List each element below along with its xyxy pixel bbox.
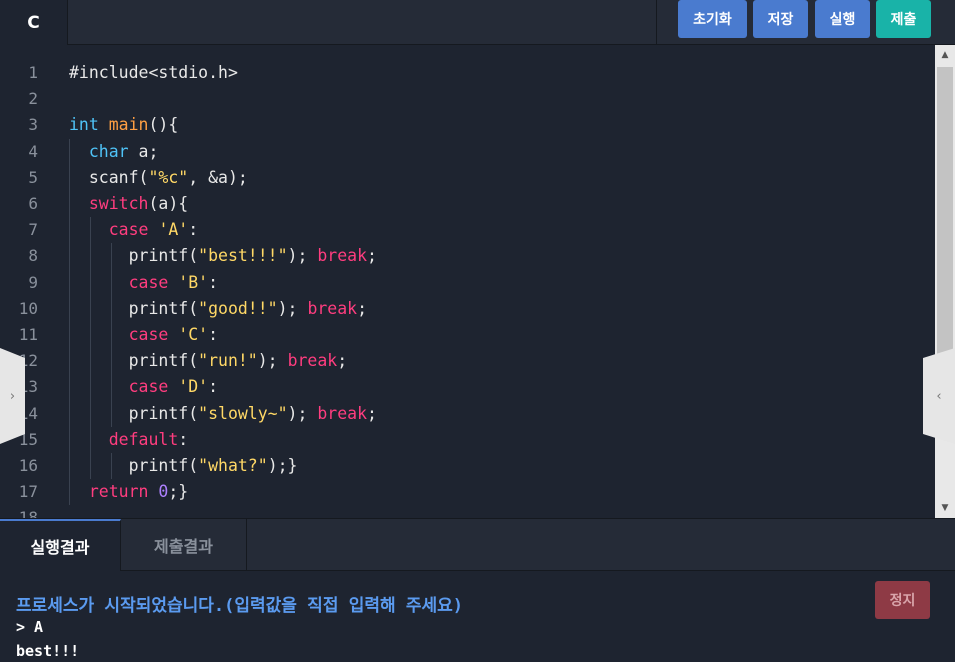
indent-guide — [111, 453, 112, 480]
run-button[interactable]: 실행 — [815, 0, 870, 38]
line-number: 7 — [28, 220, 38, 240]
code-line[interactable]: switch(a){ — [69, 191, 188, 217]
tab-run-result[interactable]: 실행결과 — [0, 519, 121, 571]
left-panel-toggle[interactable]: › — [0, 348, 25, 444]
line-number-gutter: 1 2 3 4 5 6 7 8 9 10 11 12 13 14 15 16 17 18 — [0, 45, 58, 518]
console-status-message: 프로세스가 시작되었습니다.(입력값을 직접 입력해 주세요) — [16, 596, 464, 616]
code-line[interactable]: return 0;} — [69, 479, 188, 505]
line-number: 4 — [28, 141, 38, 161]
language-tab[interactable]: C — [0, 0, 68, 45]
save-button[interactable]: 저장 — [753, 0, 808, 38]
code-line[interactable]: case 'A': — [69, 217, 198, 243]
code-editor[interactable]: 1 2 3 4 5 6 7 8 9 10 11 12 13 14 15 16 17 18 #include<std… — [0, 45, 935, 518]
code-line[interactable]: printf("what?");} — [69, 453, 298, 479]
code-line[interactable]: #include<stdio.h> — [69, 60, 238, 86]
indent-guide — [111, 243, 112, 427]
code-area[interactable]: #include<stdio.h> int main(){ char a; sca… — [69, 45, 929, 518]
right-panel-toggle[interactable]: ‹ — [923, 348, 955, 444]
line-number: 8 — [28, 246, 38, 266]
code-line[interactable]: printf("good!!"); break; — [69, 296, 367, 322]
console-line: > A — [16, 618, 44, 636]
result-tabs: 실행결과 제출결과 — [0, 518, 955, 571]
line-number: 16 — [18, 456, 38, 475]
tab-submit-result[interactable]: 제출결과 — [121, 519, 247, 571]
code-line[interactable]: case 'B': — [69, 270, 218, 296]
top-toolbar: C 초기화 저장 실행 제출 — [0, 0, 955, 45]
submit-button[interactable]: 제출 — [876, 0, 931, 38]
code-line[interactable]: scanf("%c", &a); — [69, 165, 248, 191]
toolbar-button-group: 초기화 저장 실행 제출 — [656, 0, 955, 45]
line-number: 2 — [28, 89, 38, 109]
console-output[interactable]: 프로세스가 시작되었습니다.(입력값을 직접 입력해 주세요) > A best… — [0, 571, 955, 662]
code-line[interactable]: int main(){ — [69, 112, 178, 138]
code-line[interactable]: char a; — [69, 139, 159, 165]
scroll-down-arrow-icon[interactable]: ▼ — [935, 498, 955, 518]
indent-guide — [90, 217, 91, 480]
code-line[interactable]: printf("slowly~"); break; — [69, 401, 377, 427]
scroll-up-arrow-icon[interactable]: ▲ — [935, 45, 955, 65]
console-line: best!!! — [16, 642, 80, 660]
reset-button[interactable]: 초기화 — [678, 0, 747, 38]
code-line[interactable]: printf("best!!!"); break; — [69, 243, 377, 269]
chevron-left-icon: ‹ — [936, 388, 942, 404]
code-line[interactable]: case 'D': — [69, 374, 218, 400]
line-number: 18 — [18, 508, 38, 518]
line-number: 6 — [28, 194, 38, 213]
line-number: 10 — [18, 298, 38, 318]
line-number: 9 — [28, 272, 38, 292]
editor-scrollbar[interactable]: ▲ ▼ — [935, 45, 955, 518]
code-line[interactable]: default: — [69, 427, 188, 453]
code-line[interactable]: case 'C': — [69, 322, 218, 348]
line-number: 17 — [18, 482, 38, 502]
indent-guide — [69, 138, 70, 506]
line-number: 1 — [28, 63, 38, 82]
scrollbar-thumb[interactable] — [937, 67, 953, 387]
line-number: 11 — [18, 325, 38, 344]
line-number: 3 — [28, 115, 38, 135]
stop-button[interactable]: 정지 — [875, 581, 930, 619]
chevron-right-icon: › — [9, 388, 16, 404]
line-number: 5 — [28, 167, 38, 187]
